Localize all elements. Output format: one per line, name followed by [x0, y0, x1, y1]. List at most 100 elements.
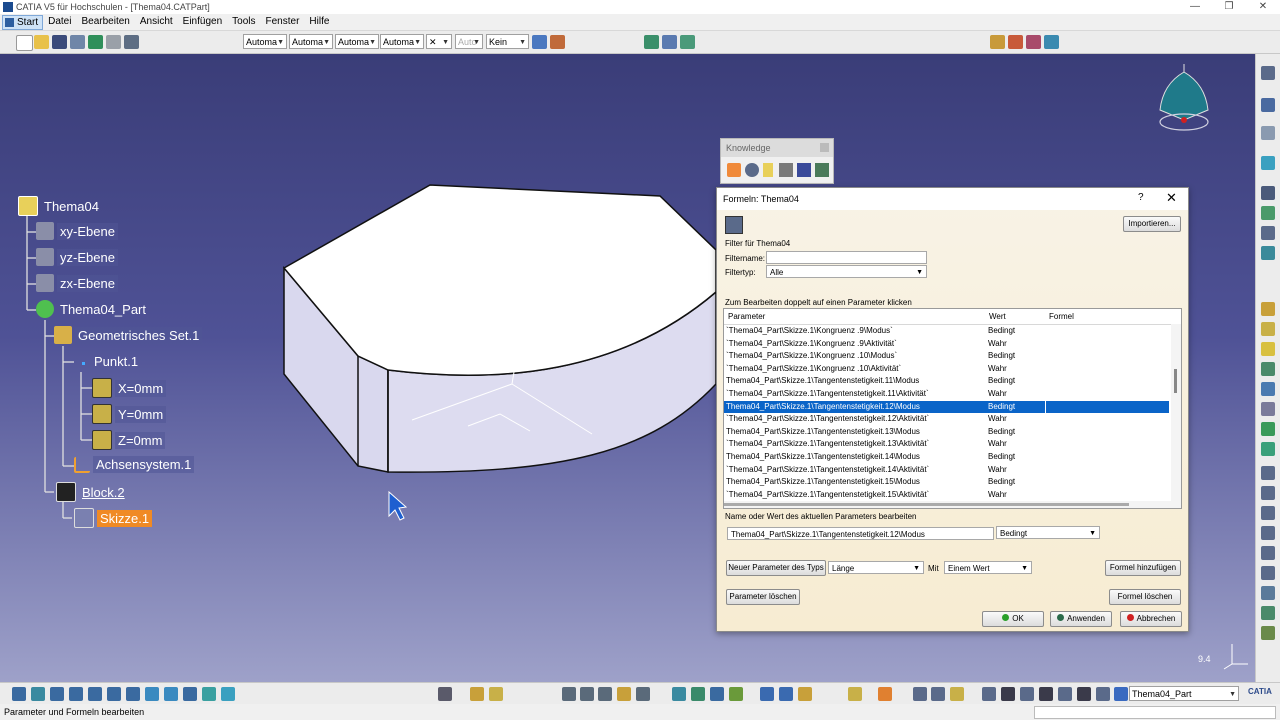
- help-button[interactable]: ?: [1138, 192, 1144, 203]
- table-row[interactable]: `Thema04_Part\Skizze.1\Kongruenz .9\Modu…: [724, 325, 1169, 338]
- design-table-icon[interactable]: [797, 163, 811, 177]
- mirror-tool-icon[interactable]: [1261, 526, 1275, 540]
- restore-button[interactable]: ❐: [1212, 0, 1246, 14]
- thickness-tool-icon[interactable]: [1261, 382, 1275, 396]
- add-tool-icon[interactable]: [1261, 626, 1275, 640]
- table-row[interactable]: `Thema04_Part\Skizze.1\Tangentenstetigke…: [724, 464, 1169, 477]
- knowledge-close-icon[interactable]: [820, 143, 829, 152]
- tree-root-thema04[interactable]: Thema04: [18, 196, 102, 216]
- tools-icon-1[interactable]: [990, 35, 1005, 49]
- layer-combo[interactable]: Kein ▼: [486, 34, 529, 49]
- redo-icon[interactable]: [106, 35, 121, 49]
- part-selector-combo[interactable]: Thema04_Part ▼: [1129, 686, 1239, 701]
- annotation-icon[interactable]: [598, 687, 612, 701]
- line-tool-icon[interactable]: [931, 687, 945, 701]
- menu-datei[interactable]: Datei: [43, 14, 76, 30]
- close-window-button[interactable]: ✕: [1246, 0, 1280, 14]
- undo-icon[interactable]: [88, 35, 103, 49]
- param-value-select[interactable]: Bedingt ▼: [996, 526, 1100, 539]
- light-icon[interactable]: [710, 687, 724, 701]
- tree-item-zx-plane[interactable]: zx-Ebene: [36, 274, 118, 292]
- minimize-button[interactable]: —: [1178, 0, 1212, 14]
- menu-hilfe[interactable]: Hilfe: [304, 14, 334, 30]
- ok-button[interactable]: OK: [982, 611, 1044, 627]
- scaling-tool-icon[interactable]: [1261, 566, 1275, 580]
- col-wert[interactable]: Wert: [989, 312, 1006, 321]
- vertical-scrollbar[interactable]: [1171, 324, 1181, 508]
- swap-space-icon[interactable]: [221, 687, 235, 701]
- tree-item-point[interactable]: Punkt.1: [74, 352, 141, 370]
- lineweight-combo[interactable]: Automa ▼: [380, 34, 424, 49]
- iso-view-icon[interactable]: [164, 687, 178, 701]
- vertical-scroll-thumb[interactable]: [1174, 369, 1177, 393]
- shell-tool-icon[interactable]: [1261, 362, 1275, 376]
- col-parameter[interactable]: Parameter: [728, 312, 765, 321]
- grid-icon[interactable]: [1001, 687, 1015, 701]
- menu-ansicht[interactable]: Ansicht: [135, 14, 178, 30]
- hole-tool-icon[interactable]: [1261, 246, 1275, 260]
- col-formel[interactable]: Formel: [1049, 312, 1074, 321]
- painter-icon[interactable]: [532, 35, 547, 49]
- tools-icon-4[interactable]: [1044, 35, 1059, 49]
- parameter-table[interactable]: Parameter Wert Formel `Thema04_Part\Skiz…: [723, 308, 1182, 509]
- brush-icon[interactable]: [550, 35, 565, 49]
- apply-button[interactable]: Anwenden: [1050, 611, 1112, 627]
- numeric-icon[interactable]: [1039, 687, 1053, 701]
- menu-bearbeiten[interactable]: Bearbeiten: [76, 14, 134, 30]
- open-folder-icon[interactable]: [34, 35, 49, 49]
- mit-select[interactable]: Einem Wert ▼: [944, 561, 1032, 574]
- zoom-out-icon[interactable]: [107, 687, 121, 701]
- linetype-combo[interactable]: Automa ▼: [335, 34, 379, 49]
- thread-tool-icon[interactable]: [1261, 402, 1275, 416]
- thick-surface-icon[interactable]: [1261, 442, 1275, 456]
- table-row[interactable]: Thema04_Part\Skizze.1\Tangentenstetigkei…: [724, 451, 1169, 464]
- tree-item-xy-plane[interactable]: xy-Ebene: [36, 222, 118, 240]
- delete-parameter-button[interactable]: Parameter löschen: [726, 589, 800, 605]
- check-icon[interactable]: [763, 163, 773, 177]
- sketcher-icon[interactable]: [1261, 66, 1275, 80]
- ruler-icon[interactable]: [1077, 687, 1091, 701]
- print-icon[interactable]: [70, 35, 85, 49]
- clash-icon[interactable]: [779, 687, 793, 701]
- tree-item-param-x[interactable]: X=0mm: [92, 378, 167, 398]
- hand-icon[interactable]: [878, 687, 892, 701]
- tree-item-param-y[interactable]: Y=0mm: [92, 404, 167, 424]
- table-row[interactable]: `Thema04_Part\Skizze.1\Tangentenstetigke…: [724, 413, 1169, 426]
- horizontal-scrollbar[interactable]: [724, 501, 1171, 508]
- hide-show-icon[interactable]: [202, 687, 216, 701]
- analysis-icon[interactable]: [489, 687, 503, 701]
- formula-icon[interactable]: [727, 163, 741, 177]
- shading-icon[interactable]: [183, 687, 197, 701]
- frame-icon[interactable]: [848, 687, 862, 701]
- fillet-tool-icon[interactable]: [1261, 302, 1275, 316]
- normal-view-icon[interactable]: [126, 687, 140, 701]
- table-row[interactable]: `Thema04_Part\Skizze.1\Tangentenstetigke…: [724, 438, 1169, 451]
- table-row[interactable]: `Thema04_Part\Skizze.1\Kongruenz .10\Mod…: [724, 350, 1169, 363]
- dimension-icon[interactable]: [580, 687, 594, 701]
- import-button[interactable]: Importieren...: [1123, 216, 1181, 232]
- transform-icon[interactable]: [617, 687, 631, 701]
- law-icon[interactable]: [815, 163, 829, 177]
- table-row[interactable]: Thema04_Part\Skizze.1\Tangentenstetigkei…: [724, 426, 1169, 439]
- menu-start[interactable]: Start: [2, 14, 44, 30]
- menu-tools[interactable]: Tools: [227, 14, 260, 30]
- color-combo[interactable]: Automa ▼: [243, 34, 287, 49]
- draft-tool-icon[interactable]: [1261, 342, 1275, 356]
- table-row[interactable]: Thema04_Part\Skizze.1\Tangentenstetigkei…: [724, 400, 1169, 414]
- filtername-input[interactable]: [766, 251, 927, 264]
- table-row[interactable]: Thema04_Part\Skizze.1\Tangentenstetigkei…: [724, 375, 1169, 388]
- constraint-icon[interactable]: [562, 687, 576, 701]
- table-row[interactable]: `Thema04_Part\Skizze.1\Tangentenstetigke…: [724, 388, 1169, 401]
- menu-einfuegen[interactable]: Einfügen: [178, 14, 227, 30]
- param-name-input[interactable]: Thema04_Part\Skizze.1\Tangentenstetigkei…: [727, 527, 994, 540]
- tree-item-geometric-set[interactable]: Geometrisches Set.1: [54, 326, 203, 344]
- point-symbol-combo[interactable]: ✕ ▼: [426, 34, 452, 49]
- pocket-tool-icon[interactable]: [1261, 186, 1275, 200]
- tree-item-part[interactable]: Thema04_Part: [36, 300, 149, 318]
- knowledge-formula-icon[interactable]: [644, 35, 659, 49]
- vertex-icon[interactable]: [1058, 687, 1072, 701]
- table-row[interactable]: Thema04_Part\Skizze.1\Tangentenstetigkei…: [724, 476, 1169, 489]
- tree-item-axis-system[interactable]: Achsensystem.1: [74, 456, 195, 473]
- groove-tool-icon[interactable]: [1261, 226, 1275, 240]
- shaft-tool-icon[interactable]: [1261, 206, 1275, 220]
